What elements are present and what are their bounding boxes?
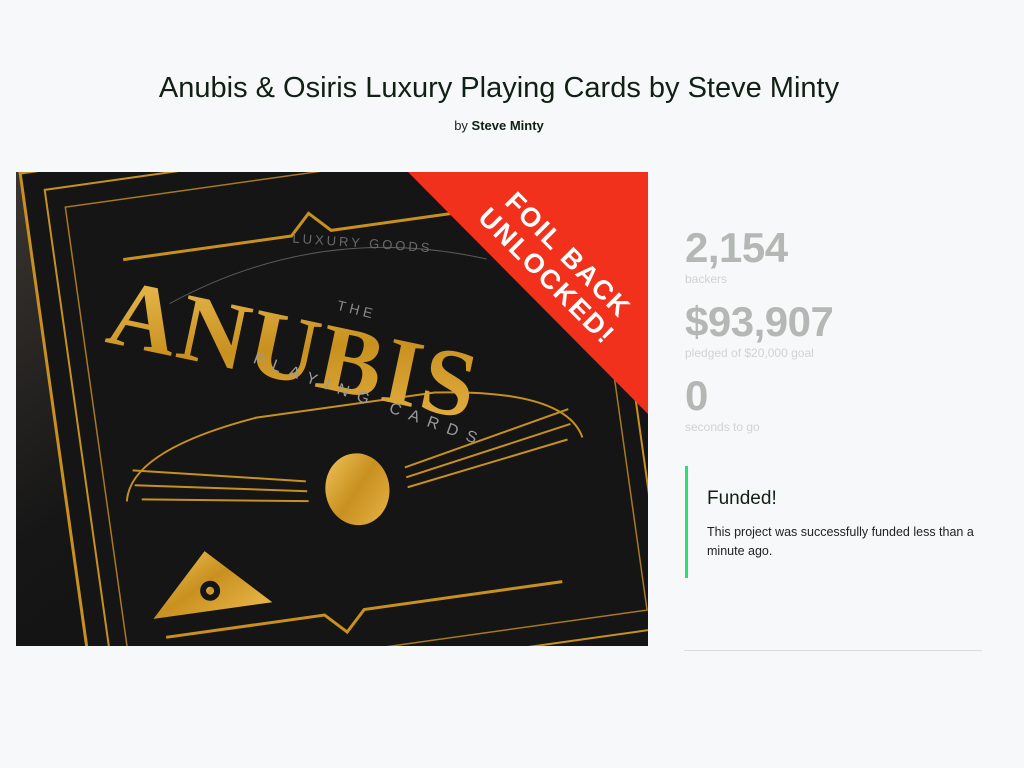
funded-message: This project was successfully funded les… [707, 525, 974, 558]
byline-prefix: by [454, 118, 468, 133]
time-stat: 0 seconds to go [685, 372, 985, 435]
backers-label: backers [685, 272, 728, 286]
backers-count: 2,154 [685, 224, 788, 271]
creator-link[interactable]: Steve Minty [472, 118, 544, 133]
byline: by Steve Minty [0, 118, 998, 133]
time-label: seconds to go [685, 420, 760, 434]
pledged-amount: $93,907 [685, 298, 834, 345]
project-stats: 2,154 backers $93,907 pledged of $20,000… [685, 226, 985, 448]
pledged-stat: $93,907 pledged of $20,000 goal [685, 298, 985, 361]
divider [684, 650, 982, 651]
backers-stat: 2,154 backers [685, 224, 985, 287]
project-title: Anubis & Osiris Luxury Playing Cards by … [158, 72, 840, 104]
pledged-label: pledged of $20,000 goal [685, 346, 814, 360]
project-hero-image[interactable]: LUXURY GOODS THE ANUBIS PLAYING CARDS FO… [16, 172, 648, 646]
funded-notice: Funded! This project was successfully fu… [685, 466, 985, 578]
card-deck-illustration: LUXURY GOODS THE ANUBIS PLAYING CARDS FO… [16, 172, 648, 646]
time-value: 0 [685, 372, 708, 419]
funded-title: Funded! [707, 488, 777, 509]
